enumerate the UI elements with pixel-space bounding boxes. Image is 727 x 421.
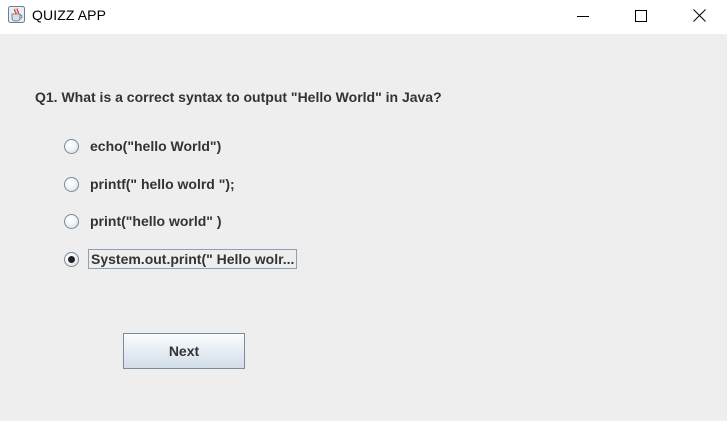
- question-text: Q1. What is a correct syntax to output "…: [35, 89, 442, 105]
- radio-button-4-selected[interactable]: [64, 251, 79, 267]
- maximize-button[interactable]: [612, 0, 670, 31]
- java-coffee-cup-icon: [8, 6, 25, 23]
- option-2-label[interactable]: printf(" hello wolrd ");: [88, 175, 237, 193]
- option-4-label[interactable]: System.out.print(" Hello wolr...: [88, 249, 298, 269]
- radio-button-2[interactable]: [64, 176, 79, 192]
- quiz-panel: Q1. What is a correct syntax to output "…: [0, 34, 727, 421]
- radio-button-1[interactable]: [64, 138, 79, 154]
- option-3[interactable]: print("hello world" ): [64, 210, 223, 232]
- close-button[interactable]: [670, 0, 727, 31]
- option-2[interactable]: printf(" hello wolrd ");: [64, 173, 237, 195]
- title-bar: QUIZZ APP: [0, 0, 727, 33]
- minimize-icon: [577, 15, 589, 17]
- option-3-label[interactable]: print("hello world" ): [88, 212, 223, 230]
- window-title: QUIZZ APP: [32, 7, 107, 23]
- close-icon: [692, 9, 706, 22]
- radio-button-3[interactable]: [64, 213, 79, 229]
- option-4[interactable]: System.out.print(" Hello wolr...: [64, 248, 298, 270]
- option-1[interactable]: echo("hello World"): [64, 135, 223, 157]
- maximize-icon: [635, 9, 647, 22]
- minimize-button[interactable]: [554, 0, 612, 31]
- next-button[interactable]: Next: [123, 333, 245, 369]
- option-1-label[interactable]: echo("hello World"): [88, 137, 223, 155]
